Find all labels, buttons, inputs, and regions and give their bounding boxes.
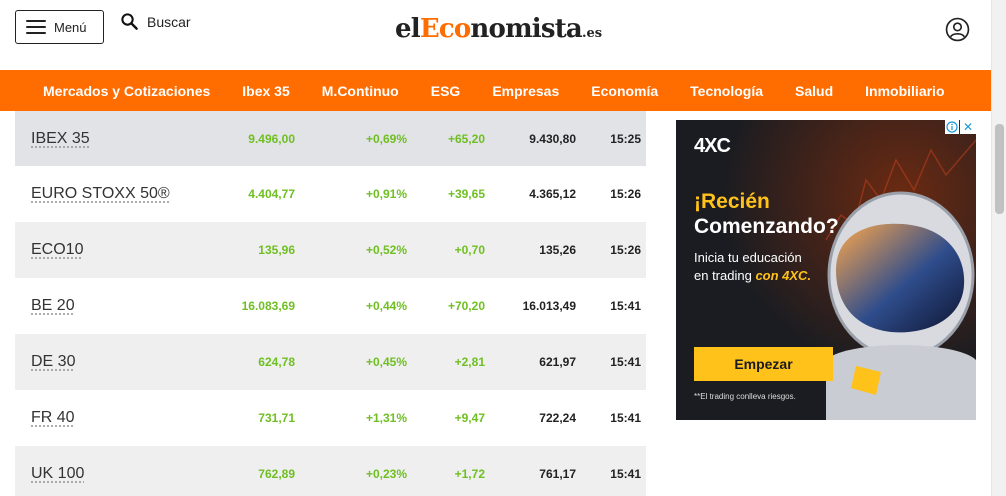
index-change-pts: +2,81 [454, 355, 485, 369]
ad-close-icon[interactable]: ✕ [960, 120, 976, 134]
index-prev-close: 4.365,12 [529, 187, 576, 201]
ad-cta-button[interactable]: Empezar [694, 347, 833, 381]
index-name-link[interactable]: EURO STOXX 50® [31, 185, 170, 203]
index-prev-close: 135,26 [539, 243, 576, 257]
search-button[interactable]: Buscar [120, 12, 191, 31]
logo-rest: nomista [470, 14, 582, 44]
index-name-link[interactable]: ECO10 [31, 241, 83, 259]
hamburger-icon [26, 20, 46, 34]
nav-item-mercados[interactable]: Mercados y Cotizaciones [27, 83, 226, 99]
table-row: UK 100 762,89 +0,23% +1,72 761,17 15:41 [15, 446, 646, 496]
index-change-pts: +65,20 [447, 131, 485, 146]
index-change-pts: +0,70 [454, 243, 485, 257]
logo-accent: Eco [419, 14, 471, 44]
index-change-pct: +0,23% [365, 467, 407, 481]
advertisement-banner[interactable]: 4XC ¡Recién Comenzando? Inicia tu educac… [676, 120, 976, 420]
index-prev-close: 16.013,49 [522, 299, 576, 313]
index-change-pts: +39,65 [447, 187, 485, 201]
menu-button[interactable]: Menú [15, 10, 104, 44]
nav-item-empresas[interactable]: Empresas [476, 83, 575, 99]
ad-disclaimer: **El trading conlleva riesgos. [694, 392, 796, 401]
search-icon [121, 13, 138, 30]
table-row: BE 20 16.083,69 +0,44% +70,20 16.013,49 … [15, 278, 646, 334]
index-name-link[interactable]: BE 20 [31, 297, 75, 315]
index-time: 15:41 [610, 411, 641, 425]
index-time: 15:41 [610, 355, 641, 369]
nav-item-esg[interactable]: ESG [415, 83, 477, 99]
index-price: 624,78 [258, 355, 295, 369]
index-price: 9.496,00 [248, 131, 295, 146]
table-row: IBEX 35 9.496,00 +0,69% +65,20 9.430,80 … [15, 111, 646, 166]
scrollbar-thumb[interactable] [995, 124, 1004, 214]
index-time: 15:41 [610, 299, 641, 313]
ad-info-icon[interactable] [945, 120, 959, 134]
indices-table: IBEX 35 9.496,00 +0,69% +65,20 9.430,80 … [15, 111, 646, 496]
nav-item-mcontinuo[interactable]: M.Continuo [306, 83, 415, 99]
index-prev-close: 761,17 [539, 467, 576, 481]
index-name-link[interactable]: FR 40 [31, 409, 75, 427]
index-change-pct: +1,31% [365, 411, 407, 425]
table-row: ECO10 135,96 +0,52% +0,70 135,26 15:26 [15, 222, 646, 278]
user-account-icon[interactable] [945, 17, 970, 42]
index-change-pts: +1,72 [454, 467, 485, 481]
index-name-link[interactable]: UK 100 [31, 465, 84, 483]
index-name-link[interactable]: IBEX 35 [31, 130, 90, 148]
ad-body-line-1: Inicia tu educación [694, 250, 802, 265]
table-row: DE 30 624,78 +0,45% +2,81 621,97 15:41 [15, 334, 646, 390]
ad-headline-2: Comenzando? [694, 215, 839, 238]
index-price: 135,96 [258, 243, 295, 257]
logo-prefix: el [395, 14, 421, 44]
index-time: 15:26 [610, 243, 641, 257]
index-prev-close: 621,97 [539, 355, 576, 369]
nav-item-economia[interactable]: Economía [575, 83, 674, 99]
index-change-pts: +70,20 [447, 299, 485, 313]
ad-body-line-2-highlight: con 4XC. [755, 268, 812, 283]
index-time: 15:41 [610, 467, 641, 481]
index-price: 16.083,69 [241, 299, 295, 313]
nav-item-tecnologia[interactable]: Tecnología [674, 83, 779, 99]
ad-headline-1: ¡Recién [694, 190, 770, 213]
nav-item-ibex35[interactable]: Ibex 35 [226, 83, 305, 99]
site-header: Menú Buscar elEconomista.es [0, 0, 991, 70]
table-row: FR 40 731,71 +1,31% +9,47 722,24 15:41 [15, 390, 646, 446]
index-prev-close: 9.430,80 [529, 131, 576, 146]
index-time: 15:26 [610, 187, 641, 201]
site-logo[interactable]: elEconomista.es [395, 14, 602, 44]
logo-tld: .es [581, 26, 603, 41]
index-name-link[interactable]: DE 30 [31, 353, 75, 371]
search-label: Buscar [147, 13, 191, 30]
ad-body-line-2-prefix: en trading [694, 268, 756, 283]
index-time: 15:25 [610, 131, 641, 146]
index-price: 4.404,77 [248, 187, 295, 201]
index-change-pct: +0,44% [365, 299, 407, 313]
ad-body-line-2: en trading con 4XC. [694, 268, 811, 283]
menu-label: Menú [54, 19, 87, 35]
ad-brand-logo: 4XC [694, 135, 731, 157]
page-scrollbar[interactable] [991, 0, 1006, 496]
index-change-pct: +0,52% [365, 243, 407, 257]
index-change-pct: +0,45% [365, 355, 407, 369]
table-row: EURO STOXX 50® 4.404,77 +0,91% +39,65 4.… [15, 166, 646, 222]
index-prev-close: 722,24 [539, 411, 576, 425]
main-nav: Mercados y Cotizaciones Ibex 35 M.Contin… [0, 70, 991, 111]
index-price: 731,71 [258, 411, 295, 425]
index-price: 762,89 [258, 467, 295, 481]
index-change-pts: +9,47 [454, 411, 485, 425]
index-change-pct: +0,91% [365, 187, 407, 201]
nav-item-salud[interactable]: Salud [779, 83, 849, 99]
nav-item-inmobiliario[interactable]: Inmobiliario [849, 83, 960, 99]
index-change-pct: +0,69% [365, 131, 407, 146]
